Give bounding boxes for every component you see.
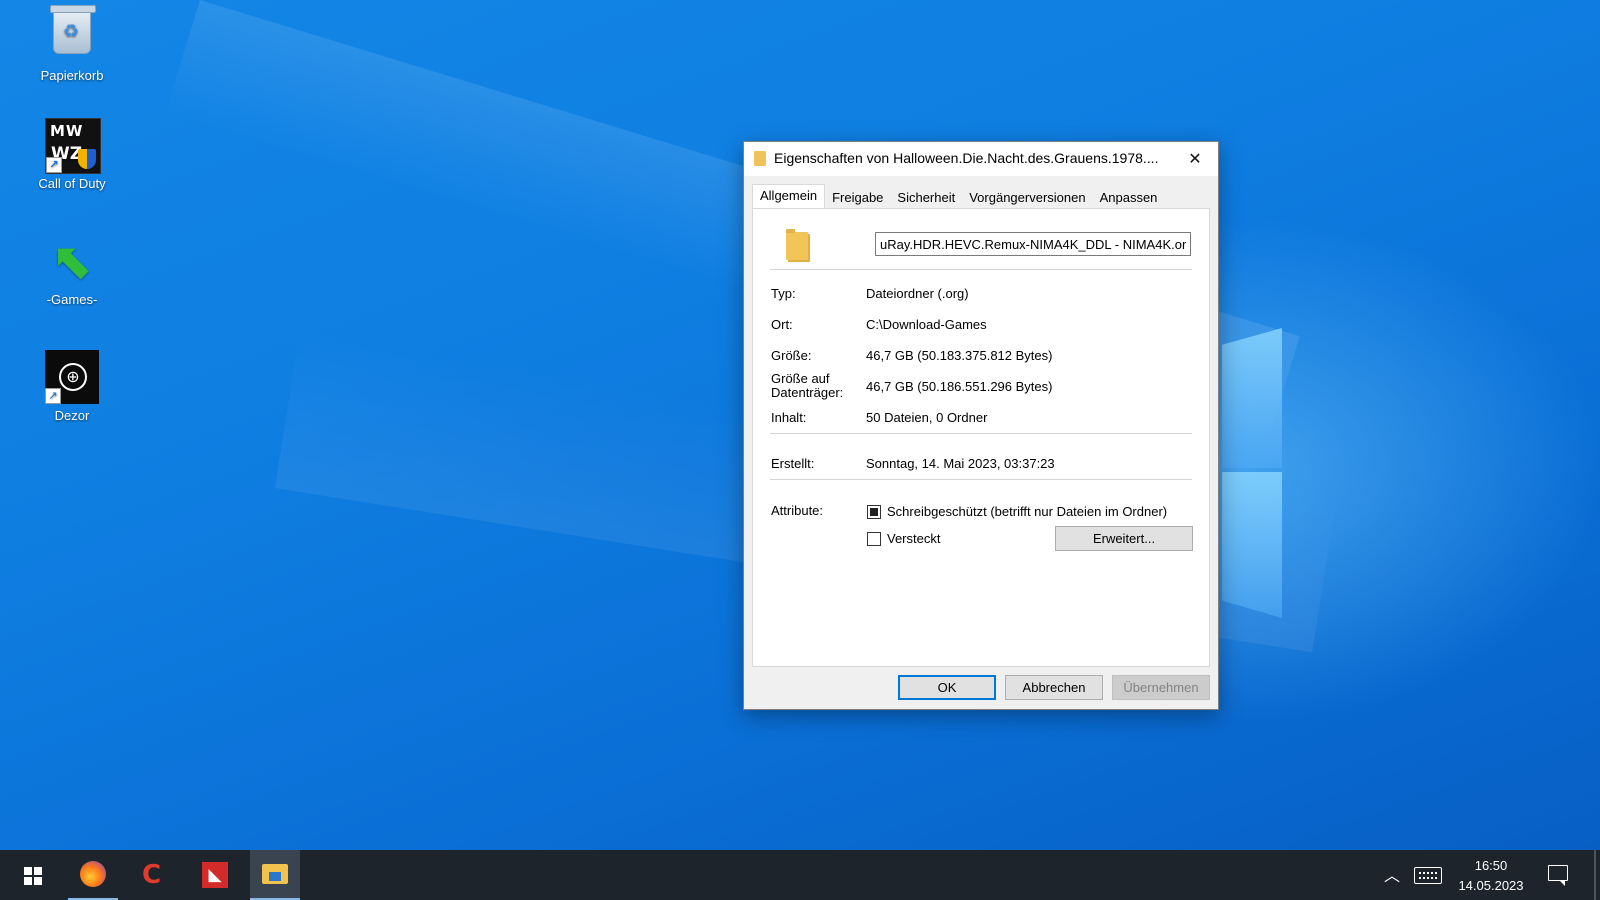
touch-keyboard-icon[interactable] — [1414, 867, 1442, 884]
readonly-checkbox[interactable] — [867, 505, 881, 519]
ok-button[interactable]: OK — [898, 675, 996, 700]
desktop-icon-recycle-bin[interactable]: Papierkorb — [22, 4, 122, 83]
amd-software-icon: ◣ — [202, 862, 228, 888]
folder-icon — [754, 151, 766, 166]
dialog-titlebar[interactable]: Eigenschaften von Halloween.Die.Nacht.de… — [744, 142, 1218, 176]
globe-app-icon: ⊕ ↗ — [45, 350, 99, 404]
taskbar: C ◣ ︿ 16:50 14.05.2023 — [0, 850, 1600, 900]
desktop-icon-dezor[interactable]: ⊕ ↗ Dezor — [22, 350, 122, 423]
logo-text: MW — [50, 122, 84, 140]
desktop-icon-label: Dezor — [54, 408, 90, 423]
attributes-label: Attribute: — [771, 503, 824, 518]
ccleaner-icon: C — [142, 860, 162, 890]
type-value: Dateiordner (.org) — [866, 286, 969, 301]
hidden-checkbox[interactable] — [867, 532, 881, 546]
created-value: Sonntag, 14. Mai 2023, 03:37:23 — [866, 456, 1055, 471]
wallpaper-windows-logo — [1222, 318, 1284, 618]
tab-freigabe[interactable]: Freigabe — [825, 186, 890, 208]
readonly-checkbox-label[interactable]: Schreibgeschützt (betrifft nur Dateien i… — [887, 504, 1167, 519]
tab-vorgaengerversionen[interactable]: Vorgängerversionen — [962, 186, 1092, 208]
separator — [770, 433, 1192, 434]
clock-time: 16:50 — [1474, 858, 1508, 873]
shortcut-arrow-icon: ↗ — [46, 157, 62, 173]
desktop: Papierkorb MW WZ ↗ Call of Duty ⬉ -Games… — [0, 0, 1600, 850]
folder-name-input[interactable] — [875, 232, 1191, 256]
created-label: Erstellt: — [771, 456, 815, 471]
clock-date: 14.05.2023 — [1458, 878, 1524, 893]
location-label: Ort: — [771, 317, 793, 332]
folder-icon — [786, 229, 808, 260]
size-label: Größe: — [771, 348, 812, 363]
advanced-button[interactable]: Erweitert... — [1055, 526, 1193, 551]
system-clock[interactable]: 16:50 14.05.2023 — [1446, 856, 1536, 896]
location-value: C:\Download-Games — [866, 317, 987, 332]
file-explorer-icon — [262, 864, 288, 884]
tab-anpassen[interactable]: Anpassen — [1093, 186, 1165, 208]
disk-size-value: 46,7 GB (50.186.551.296 Bytes) — [866, 379, 1053, 394]
wallpaper-logo-pane — [1222, 472, 1282, 618]
size-value: 46,7 GB (50.183.375.812 Bytes) — [866, 348, 1053, 363]
desktop-icon-label: Papierkorb — [40, 68, 104, 83]
contents-value: 50 Dateien, 0 Ordner — [866, 410, 988, 425]
cancel-button[interactable]: Abbrechen — [1005, 675, 1103, 700]
tab-sicherheit[interactable]: Sicherheit — [890, 186, 962, 208]
tab-bar: Allgemein Freigabe Sicherheit Vorgängerv… — [752, 184, 1165, 208]
green-arrow-shortcut-icon: ⬉ — [51, 232, 93, 290]
tab-panel-allgemein: Typ: Dateiordner (.org) Ort: C:\Download… — [752, 208, 1210, 667]
taskbar-file-explorer[interactable] — [250, 850, 300, 900]
contents-label: Inhalt: — [771, 410, 807, 425]
tab-allgemein[interactable]: Allgemein — [752, 184, 826, 208]
action-center-icon[interactable] — [1548, 865, 1568, 886]
call-of-duty-icon: MW WZ ↗ — [45, 118, 101, 174]
type-label: Typ: — [771, 286, 796, 301]
desktop-icon-label: -Games- — [46, 292, 98, 307]
show-desktop-button[interactable] — [1594, 850, 1596, 900]
recycle-bin-icon — [45, 5, 99, 64]
globe-icon: ⊕ — [59, 363, 87, 391]
taskbar-firefox[interactable] — [68, 850, 118, 900]
dialog-title: Eigenschaften von Halloween.Die.Nacht.de… — [774, 150, 1159, 166]
separator — [770, 479, 1192, 480]
taskbar-amd-software[interactable]: ◣ — [190, 850, 240, 900]
desktop-icon-label: Call of Duty — [38, 176, 106, 191]
disk-size-label: Datenträger: — [771, 385, 844, 400]
disk-size-label: Größe auf — [771, 371, 830, 386]
apply-button[interactable]: Übernehmen — [1112, 675, 1210, 700]
desktop-icon-call-of-duty[interactable]: MW WZ ↗ Call of Duty — [22, 118, 122, 191]
start-button[interactable] — [5, 850, 55, 900]
windows-start-icon — [24, 867, 42, 885]
show-hidden-icons-chevron-icon[interactable]: ︿ — [1384, 862, 1400, 886]
wallpaper-logo-pane — [1222, 328, 1282, 468]
close-icon[interactable]: ✕ — [1172, 142, 1218, 176]
desktop-icon-games[interactable]: ⬉ -Games- — [22, 234, 122, 307]
taskbar-ccleaner[interactable]: C — [130, 850, 180, 900]
separator — [770, 269, 1192, 270]
hidden-checkbox-label[interactable]: Versteckt — [887, 531, 940, 546]
shortcut-arrow-icon: ↗ — [45, 388, 61, 404]
shield-icon — [78, 149, 96, 169]
firefox-icon — [80, 861, 106, 887]
properties-dialog: Eigenschaften von Halloween.Die.Nacht.de… — [743, 141, 1219, 710]
